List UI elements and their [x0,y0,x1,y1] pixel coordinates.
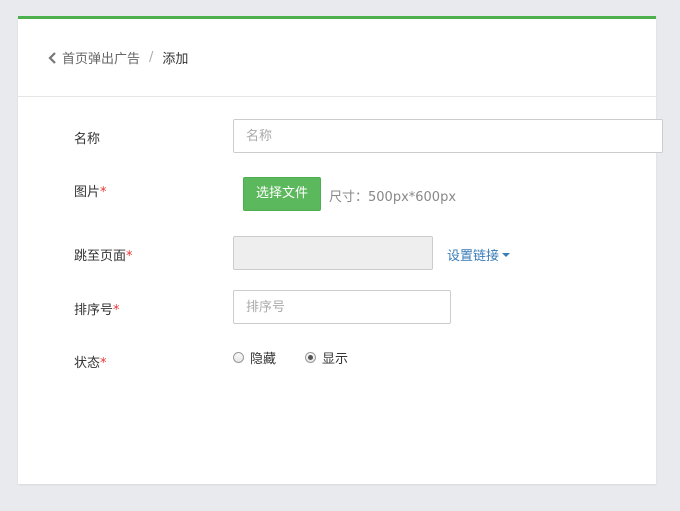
breadcrumb-current: 添加 [162,52,189,67]
required-mark: * [113,303,120,318]
set-link-label: 设置链接 [447,249,500,264]
target-page-input[interactable] [233,236,433,270]
chevron-left-icon [48,51,56,64]
status-label-text: 状态 [74,356,101,371]
image-size-hint: 尺寸：500px*600px [329,190,457,205]
radio-show-label: 显示 [322,352,349,367]
image-label: 图片* [74,181,107,200]
sort-label-text: 排序号 [74,303,114,318]
status-label: 状态* [74,352,107,371]
sort-label: 排序号* [74,299,120,318]
target-label-text: 跳至页面 [74,249,127,264]
radio-show-circle [305,352,316,363]
required-mark: * [126,249,133,264]
breadcrumb-separator: / [149,50,154,65]
image-label-text: 图片 [74,185,101,200]
radio-show[interactable]: 显示 [305,348,348,367]
breadcrumb: 首页弹出广告 / 添加 [18,19,656,97]
radio-hidden[interactable]: 隐藏 [233,348,276,367]
name-label: 名称 [74,132,101,147]
required-mark: * [100,356,107,371]
set-link-dropdown[interactable]: 设置链接 [447,245,511,264]
breadcrumb-back-link[interactable]: 首页弹出广告 [48,48,140,67]
required-mark: * [100,185,107,200]
sort-number-input[interactable] [233,290,451,324]
target-label: 跳至页面* [74,245,133,264]
choose-file-button[interactable]: 选择文件 [243,177,322,211]
form-panel: 首页弹出广告 / 添加 名称 图片* 选择文件 尺寸：500px*600px 跳… [18,16,663,484]
radio-hidden-label: 隐藏 [250,352,277,367]
radio-hidden-circle [233,352,244,363]
breadcrumb-back-label: 首页弹出广告 [62,52,141,67]
caret-down-icon [502,252,511,257]
name-input[interactable] [233,119,663,153]
